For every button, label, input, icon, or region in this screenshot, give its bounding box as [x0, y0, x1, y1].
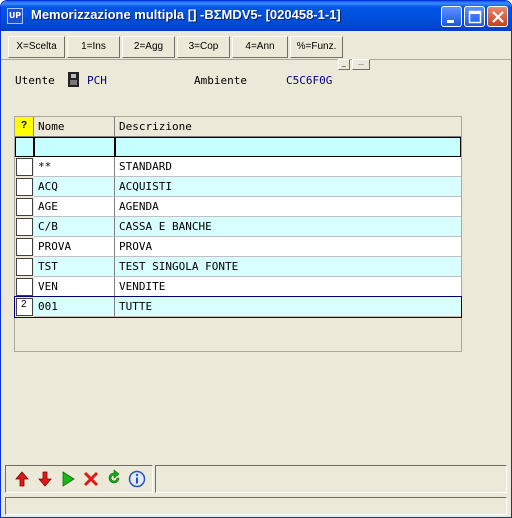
nome-cell: ACQ	[34, 177, 115, 197]
fkey-funz[interactable]: %=Funz.	[290, 36, 343, 58]
bottom-toolbar	[5, 465, 153, 493]
application-window: UP Memorizzazione multipla [] -BΣMDV5- […	[0, 0, 512, 518]
nome-input[interactable]	[34, 137, 115, 157]
nome-cell: AGE	[34, 197, 115, 217]
fkey-cop[interactable]: 3=Cop	[177, 36, 230, 58]
row-select-cell[interactable]	[16, 158, 33, 176]
column-nome[interactable]: Nome	[34, 117, 115, 137]
data-grid: ? Nome Descrizione ** STANDARD ACQ ACQUI…	[14, 116, 462, 352]
descrizione-cell: CASSA E BANCHE	[115, 217, 461, 237]
table-row[interactable]: AGE AGENDA	[15, 197, 461, 217]
nome-cell: 001	[34, 297, 115, 317]
descrizione-cell: AGENDA	[115, 197, 461, 217]
descrizione-cell: VENDITE	[115, 277, 461, 297]
descrizione-cell: ACQUISTI	[115, 177, 461, 197]
utente-label: Utente	[15, 74, 55, 87]
nome-cell: PROVA	[34, 237, 115, 257]
toolbar-divider	[1, 59, 511, 60]
fkey-ann[interactable]: 4=Ann	[232, 36, 288, 58]
utente-value: PCH	[87, 74, 107, 87]
close-icon	[492, 11, 504, 23]
window-title: Memorizzazione multipla [] -BΣMDV5- [020…	[31, 7, 341, 22]
mini-minimize-button[interactable]: _	[338, 59, 350, 70]
bottom-message-area	[155, 465, 507, 493]
table-row[interactable]: C/B CASSA E BANCHE	[15, 217, 461, 237]
status-bar	[5, 497, 507, 515]
arrow-down-icon	[38, 471, 52, 487]
ambiente-value: C5C6F0G	[286, 74, 333, 87]
nome-cell: VEN	[34, 277, 115, 297]
info-icon	[128, 470, 146, 488]
row-select-cell[interactable]	[15, 137, 34, 157]
table-row-new[interactable]	[15, 137, 461, 157]
row-select-cell[interactable]: 2	[16, 298, 33, 316]
column-help-marker[interactable]: ?	[15, 117, 34, 137]
row-select-cell[interactable]	[16, 258, 33, 276]
table-row[interactable]: TST TEST SINGOLA FONTE	[15, 257, 461, 277]
user-icon	[68, 72, 79, 87]
table-row[interactable]: PROVA PROVA	[15, 237, 461, 257]
play-icon	[62, 471, 75, 487]
run-button[interactable]	[58, 469, 78, 489]
info-button[interactable]	[127, 469, 147, 489]
mini-more-button[interactable]: ...	[352, 59, 370, 70]
descrizione-cell: STANDARD	[115, 157, 461, 177]
fkey-ins[interactable]: 1=Ins	[67, 36, 120, 58]
fkey-scelta[interactable]: X=Scelta	[8, 36, 65, 58]
fkey-agg[interactable]: 2=Agg	[122, 36, 175, 58]
move-up-button[interactable]	[12, 469, 32, 489]
refresh-icon	[108, 469, 120, 484]
descrizione-cell: TEST SINGOLA FONTE	[115, 257, 461, 277]
descrizione-cell: TUTTE	[115, 297, 461, 317]
delete-button[interactable]	[81, 469, 101, 489]
descrizione-cell: PROVA	[115, 237, 461, 257]
row-select-cell[interactable]	[16, 278, 33, 296]
ambiente-label: Ambiente	[194, 74, 247, 87]
table-row[interactable]: ** STANDARD	[15, 157, 461, 177]
title-bar[interactable]: UP Memorizzazione multipla [] -BΣMDV5- […	[1, 1, 511, 31]
close-button[interactable]	[487, 6, 508, 27]
table-row[interactable]: VEN VENDITE	[15, 277, 461, 297]
minimize-button[interactable]	[441, 6, 462, 27]
refresh-button[interactable]	[104, 469, 124, 489]
row-select-cell[interactable]	[16, 218, 33, 236]
app-icon[interactable]: UP	[7, 8, 23, 24]
delete-icon	[83, 471, 99, 487]
arrow-up-icon	[15, 471, 29, 487]
grid-header: ? Nome Descrizione	[15, 117, 461, 137]
maximize-button[interactable]	[464, 6, 485, 27]
table-row-selected[interactable]: 2 001 TUTTE	[14, 296, 462, 318]
nome-cell: TST	[34, 257, 115, 277]
row-select-cell[interactable]	[16, 178, 33, 196]
maximize-icon	[468, 10, 482, 24]
nome-cell: C/B	[34, 217, 115, 237]
row-select-cell[interactable]	[16, 238, 33, 256]
nome-cell: **	[34, 157, 115, 177]
table-row[interactable]: ACQ ACQUISTI	[15, 177, 461, 197]
move-down-button[interactable]	[35, 469, 55, 489]
descrizione-input[interactable]	[115, 137, 461, 157]
minimize-icon	[447, 20, 454, 23]
column-descrizione[interactable]: Descrizione	[115, 117, 461, 137]
row-select-cell[interactable]	[16, 198, 33, 216]
